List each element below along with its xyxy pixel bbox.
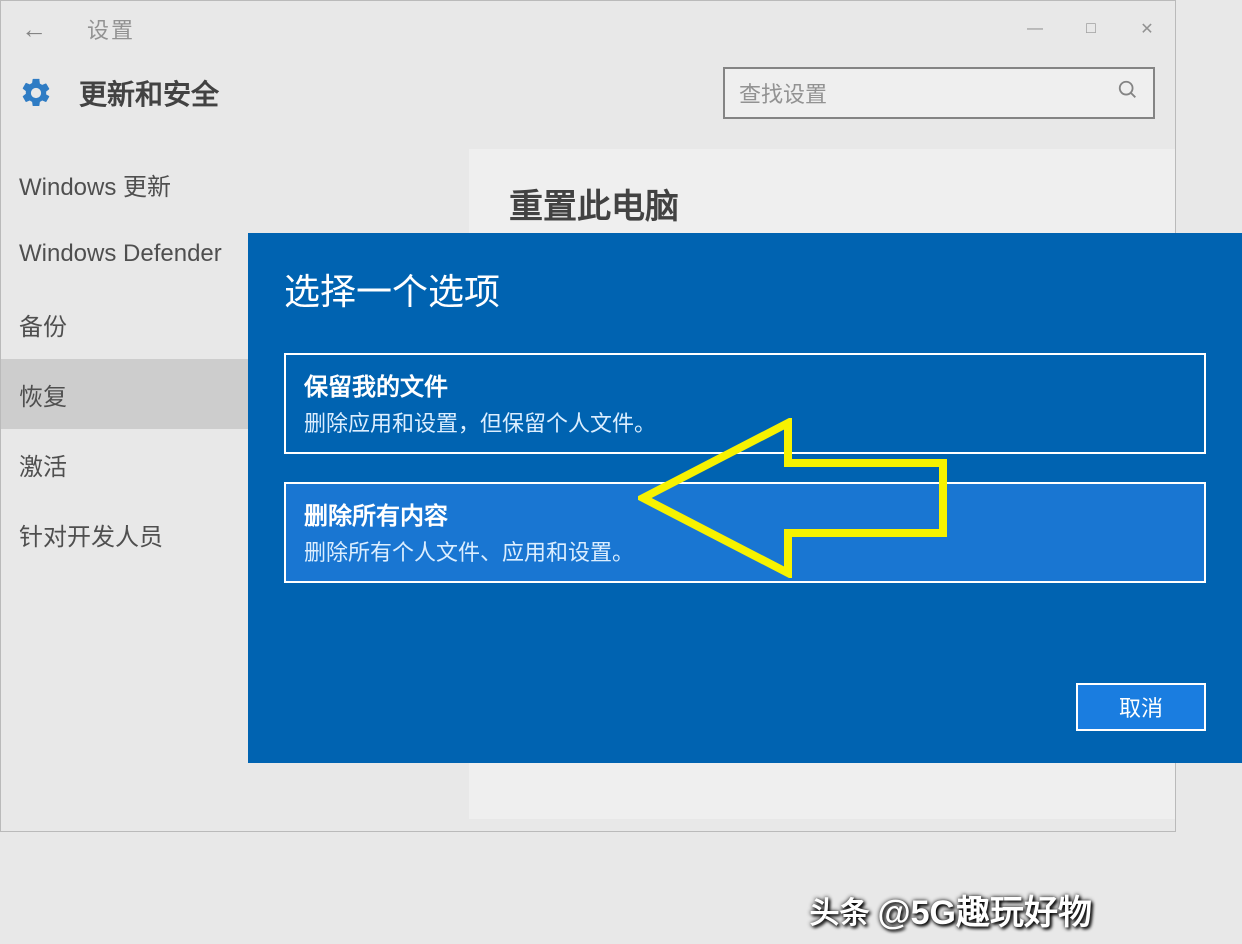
search-input[interactable]: 查找设置: [723, 67, 1155, 119]
sidebar-item-label: 激活: [19, 447, 67, 482]
section-title: 更新和安全: [79, 73, 219, 113]
watermark-text: @5G趣玩好物: [877, 885, 1092, 934]
watermark: 头条 @5G趣玩好物: [809, 885, 1092, 934]
cancel-button-label: 取消: [1119, 691, 1163, 723]
reset-options-modal: 选择一个选项 保留我的文件 删除应用和设置，但保留个人文件。 删除所有内容 删除…: [248, 233, 1242, 763]
page-heading: 重置此电脑: [509, 179, 1135, 228]
gear-icon: [17, 74, 55, 112]
titlebar: ← 设置 — □ ✕: [1, 1, 1175, 57]
modal-title: 选择一个选项: [284, 263, 1206, 315]
sidebar-item-label: Windows Defender: [19, 240, 222, 268]
option-remove-everything[interactable]: 删除所有内容 删除所有个人文件、应用和设置。: [284, 482, 1206, 583]
close-button[interactable]: ✕: [1119, 9, 1175, 49]
cancel-button[interactable]: 取消: [1076, 683, 1206, 731]
window-controls: — □ ✕: [1007, 9, 1175, 49]
minimize-button[interactable]: —: [1007, 9, 1063, 49]
window-title: 设置: [87, 13, 135, 45]
sidebar-item-label: 备份: [19, 307, 67, 342]
back-arrow-icon[interactable]: ←: [21, 14, 47, 45]
option-description: 删除所有个人文件、应用和设置。: [304, 535, 1186, 567]
sidebar-item-windows-update[interactable]: Windows 更新: [1, 149, 469, 219]
option-title: 保留我的文件: [304, 367, 1186, 402]
search-placeholder: 查找设置: [739, 77, 827, 109]
maximize-button[interactable]: □: [1063, 9, 1119, 49]
header-row: 更新和安全 查找设置: [1, 57, 1175, 149]
search-icon: [1117, 79, 1139, 107]
option-title: 删除所有内容: [304, 496, 1186, 531]
watermark-prefix: 头条: [809, 888, 869, 932]
sidebar-item-label: Windows 更新: [19, 167, 171, 202]
sidebar-item-label: 恢复: [19, 377, 67, 412]
option-description: 删除应用和设置，但保留个人文件。: [304, 406, 1186, 438]
sidebar-item-label: 针对开发人员: [19, 517, 163, 552]
option-keep-files[interactable]: 保留我的文件 删除应用和设置，但保留个人文件。: [284, 353, 1206, 454]
